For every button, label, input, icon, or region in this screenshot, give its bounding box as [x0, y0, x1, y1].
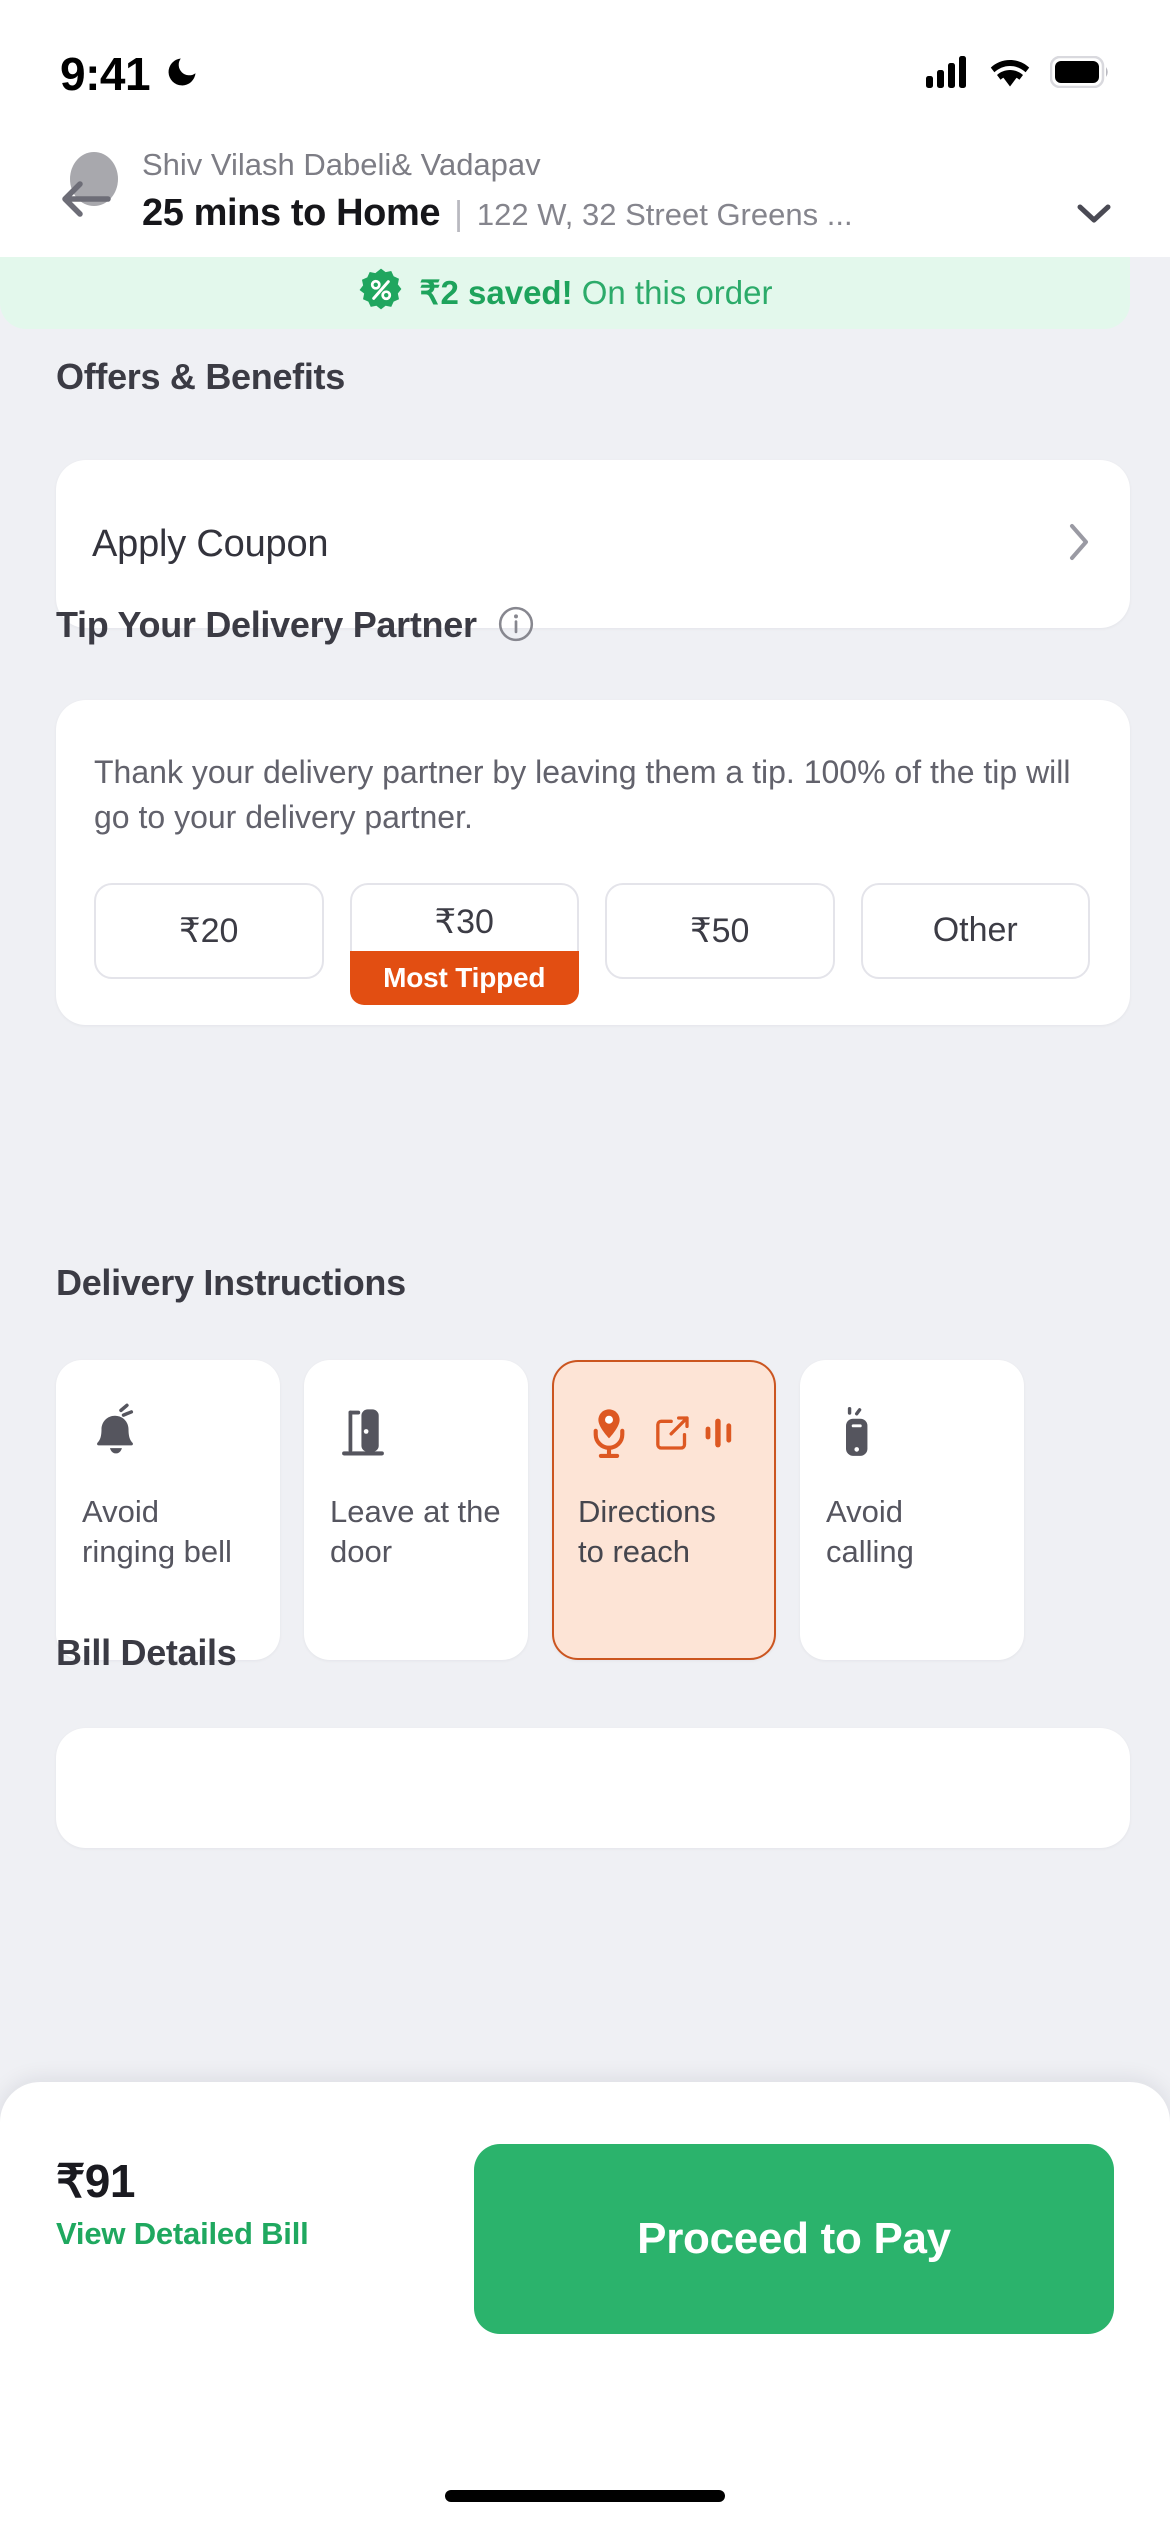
tip-section-title: Tip Your Delivery Partner	[56, 604, 477, 645]
wifi-icon	[988, 56, 1032, 93]
offers-section: Offers & Benefits Apply Coupon	[56, 356, 1130, 628]
bill-details-title: Bill Details	[56, 1632, 237, 1673]
back-arrow-icon[interactable]	[56, 174, 114, 229]
bell-ringing-icon	[82, 1400, 148, 1471]
bill-details-section: Bill Details	[56, 1632, 1130, 1848]
savings-banner: ₹2 saved! On this order	[0, 256, 1130, 329]
eta-divider: |	[454, 194, 463, 233]
checkout-bottom-bar: ₹91 View Detailed Bill Proceed to Pay	[0, 2082, 1170, 2532]
tip-option-30[interactable]: ₹30 Most Tipped	[349, 882, 579, 1005]
restaurant-name: Shiv Vilash Dabeli& Vadapav	[142, 147, 541, 182]
status-bar-clock: 9:41	[60, 48, 151, 100]
instruction-label: Leave at the door	[330, 1494, 501, 1570]
delivery-instructions-title: Delivery Instructions	[56, 1262, 406, 1303]
tip-option-20[interactable]: ₹20	[94, 882, 324, 979]
tip-option-other[interactable]: Other	[860, 882, 1090, 979]
offers-section-title: Offers & Benefits	[56, 356, 345, 397]
crescent-moon-icon	[164, 54, 200, 95]
most-tipped-badge: Most Tipped	[349, 950, 579, 1005]
tip-option-label: ₹20	[179, 911, 239, 950]
savings-suffix: On this order	[572, 274, 773, 312]
eta-address-row[interactable]: 25 mins to Home | 122 W, 32 Street Green…	[142, 192, 1114, 235]
tip-card: Thank your delivery partner by leaving t…	[56, 700, 1130, 1025]
tip-option-label: ₹50	[690, 911, 750, 950]
tip-option-label: Other	[932, 911, 1018, 950]
instruction-label: Avoid ringing bell	[82, 1494, 232, 1570]
chevron-down-icon[interactable]	[1074, 195, 1114, 232]
status-bar-left: 9:41	[60, 47, 200, 101]
header-text-group: Shiv Vilash Dabeli& Vadapav 25 mins to H…	[142, 144, 1114, 235]
delivery-address: 122 W, 32 Street Greens ...	[476, 196, 853, 232]
apply-coupon-label: Apply Coupon	[92, 522, 329, 565]
tip-options-row: ₹20 ₹30 Most Tipped ₹50 Other	[94, 882, 1090, 1005]
back-button[interactable]	[56, 152, 120, 232]
battery-full-icon	[1049, 55, 1110, 93]
instruction-icon-row	[578, 1392, 750, 1478]
status-bar-right	[926, 55, 1110, 93]
tip-option-label: ₹30	[434, 902, 494, 941]
proceed-to-pay-button[interactable]: Proceed to Pay	[474, 2144, 1114, 2334]
instruction-card-avoid-calling[interactable]: Avoid calling	[800, 1360, 1024, 1660]
phone-mute-icon	[826, 1403, 886, 1468]
edit-square-icon[interactable]	[652, 1413, 692, 1458]
door-icon	[330, 1400, 396, 1471]
delivery-instructions-section: Delivery Instructions Avoid ringing bell	[56, 1262, 1170, 1660]
tip-section: Tip Your Delivery Partner Thank your del…	[56, 602, 1130, 1025]
mic-location-icon	[578, 1402, 640, 1469]
total-amount: ₹91	[56, 2155, 135, 2207]
instruction-label: Directions to reach	[578, 1494, 716, 1570]
chevron-right-icon[interactable]	[1066, 521, 1092, 568]
eta-label: 25 mins to Home	[142, 191, 441, 234]
delivery-instructions-row[interactable]: Avoid ringing bell Leave at the door Dir…	[56, 1360, 1170, 1660]
tip-option-50[interactable]: ₹50	[605, 882, 835, 979]
instruction-icon-row	[330, 1392, 502, 1478]
home-indicator	[445, 2490, 725, 2502]
status-bar: 9:41	[0, 0, 1170, 118]
tip-section-header: Tip Your Delivery Partner	[56, 602, 1130, 648]
percent-badge-icon	[358, 267, 404, 318]
audio-waveform-icon[interactable]	[704, 1413, 736, 1458]
order-header: Shiv Vilash Dabeli& Vadapav 25 mins to H…	[0, 118, 1170, 257]
instruction-icon-row	[82, 1392, 254, 1478]
savings-amount: ₹2 saved!	[419, 274, 573, 312]
info-circle-icon[interactable]	[497, 602, 535, 648]
instruction-label: Avoid calling	[826, 1494, 914, 1570]
instruction-card-leave-at-the-door[interactable]: Leave at the door	[304, 1360, 528, 1660]
instruction-card-avoid-ringing-bell[interactable]: Avoid ringing bell	[56, 1360, 280, 1660]
total-price-block[interactable]: ₹91 View Detailed Bill	[56, 2144, 309, 2252]
savings-label: ₹2 saved! On this order	[420, 273, 773, 312]
bill-details-card[interactable]	[56, 1728, 1130, 1848]
tip-description: Thank your delivery partner by leaving t…	[94, 754, 1071, 836]
instruction-card-directions-to-reach[interactable]: Directions to reach	[552, 1360, 776, 1660]
instruction-icon-row	[826, 1392, 998, 1478]
view-detailed-bill-link[interactable]: View Detailed Bill	[56, 2216, 309, 2252]
cellular-signal-icon	[926, 55, 970, 93]
